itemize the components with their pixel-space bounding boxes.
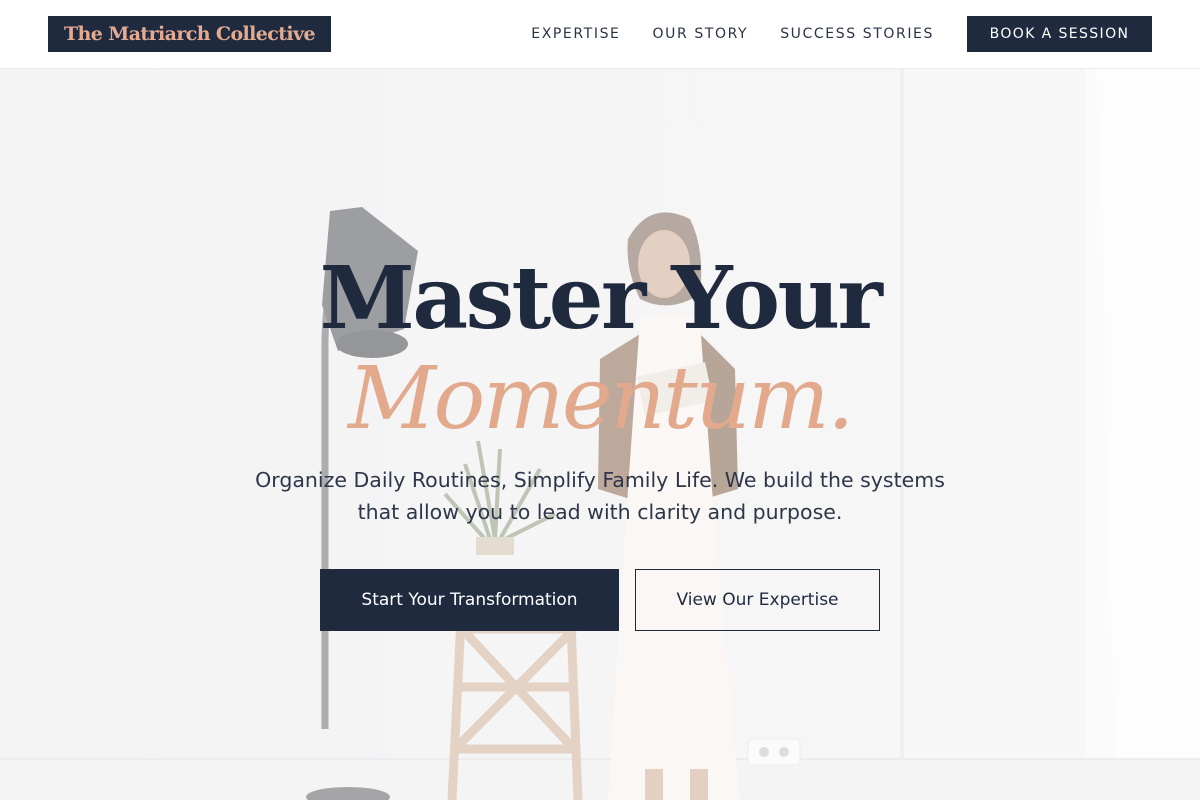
site-header: The Matriarch Collective EXPERTISE OUR S…: [0, 0, 1200, 69]
start-transformation-button[interactable]: Start Your Transformation: [320, 569, 619, 631]
hero-subtitle: Organize Daily Routines, Simplify Family…: [255, 468, 945, 524]
view-expertise-button[interactable]: View Our Expertise: [635, 569, 880, 631]
nav-link-success-stories[interactable]: SUCCESS STORIES: [780, 26, 934, 42]
hero-content: Master Your Momentum. Organize Daily Rou…: [0, 0, 1200, 800]
brand-logo[interactable]: The Matriarch Collective: [48, 16, 331, 52]
nav-link-our-story[interactable]: OUR STORY: [653, 26, 749, 42]
hero-title-line1: Master Your: [319, 248, 883, 349]
hero-title-line2: Momentum.: [348, 349, 855, 449]
book-session-button[interactable]: BOOK A SESSION: [967, 16, 1152, 52]
nav-link-expertise[interactable]: EXPERTISE: [531, 26, 620, 42]
main-nav: EXPERTISE OUR STORY SUCCESS STORIES BOOK…: [499, 16, 1152, 52]
